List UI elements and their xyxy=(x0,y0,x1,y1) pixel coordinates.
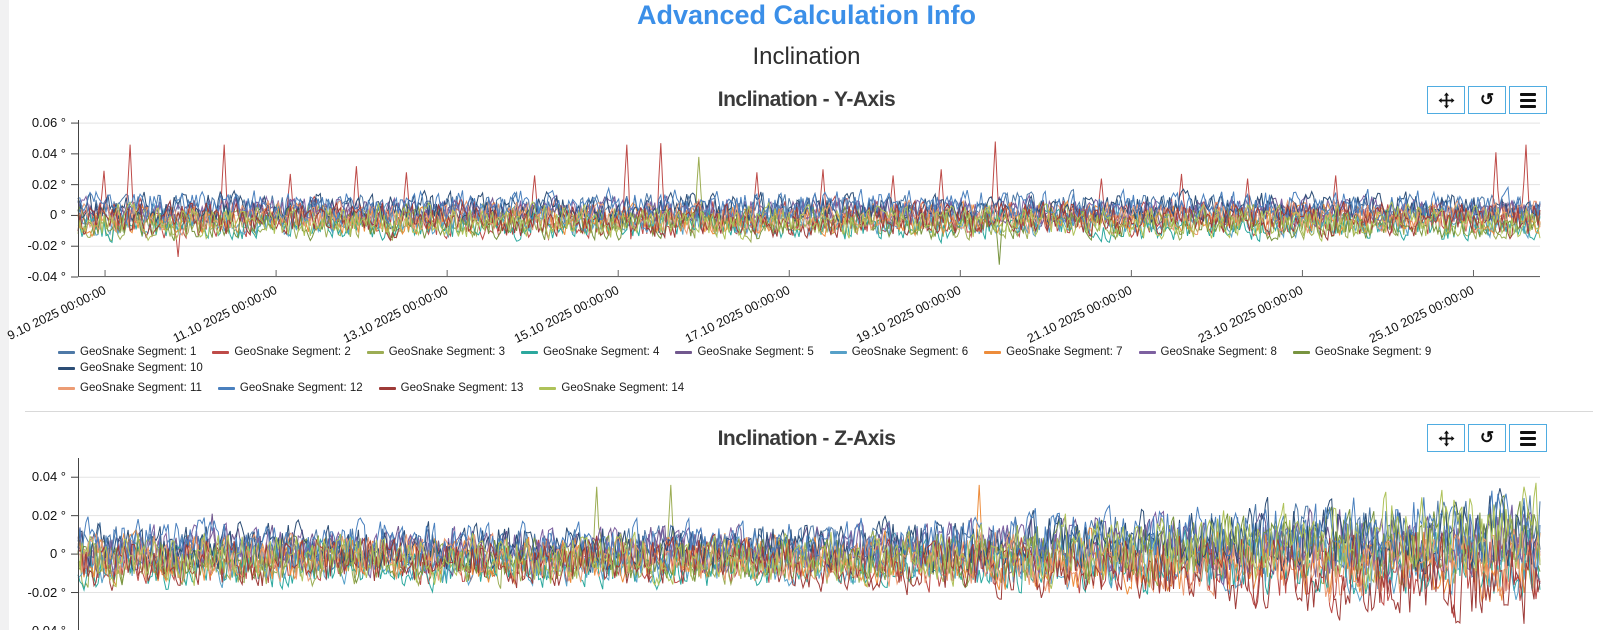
chart-title-y-axis: Inclination - Y-Axis xyxy=(717,88,896,111)
legend-item[interactable]: GeoSnake Segment: 5 xyxy=(675,346,814,358)
y-tick-label: 0 ° xyxy=(49,546,66,562)
legend-item-label: GeoSnake Segment: 7 xyxy=(1006,346,1123,358)
plot-svg xyxy=(71,458,1541,630)
legend-item-label: GeoSnake Segment: 14 xyxy=(561,382,685,394)
legend-color-dash xyxy=(539,386,557,390)
legend-item-label: GeoSnake Segment: 6 xyxy=(851,346,969,358)
legend-color-dash xyxy=(217,386,235,390)
pan-icon xyxy=(1438,92,1454,108)
legend-color-dash xyxy=(829,350,847,354)
legend-item[interactable]: GeoSnake Segment: 14 xyxy=(539,382,684,394)
y-tick-label: -0.02 ° xyxy=(27,584,66,600)
menu-icon xyxy=(1520,92,1536,108)
legend-item-label: GeoSnake Segment: 12 xyxy=(239,382,363,394)
legend-color-dash xyxy=(675,350,693,354)
menu-button[interactable] xyxy=(1509,424,1547,452)
menu-icon xyxy=(1520,430,1536,446)
legend-item-label: GeoSnake Segment: 3 xyxy=(388,346,506,358)
y-tick-label: -0.02 ° xyxy=(27,238,66,254)
legend-color-dash xyxy=(1138,350,1156,354)
page-title: Advanced Calculation Info xyxy=(636,0,977,30)
legend-color-dash xyxy=(366,350,384,354)
legend-item-label: GeoSnake Segment: 11 xyxy=(80,382,202,394)
legend-item-label: GeoSnake Segment: 2 xyxy=(234,346,351,358)
legend-item[interactable]: GeoSnake Segment: 3 xyxy=(366,346,506,358)
y-tick-label: -0.04 ° xyxy=(0,623,66,630)
legend-item[interactable]: GeoSnake Segment: 13 xyxy=(378,382,524,394)
legend-item[interactable]: GeoSnake Segment: 6 xyxy=(829,346,969,358)
legend-color-dash xyxy=(58,350,75,354)
legend-color-dash xyxy=(58,366,75,370)
legend-item[interactable]: GeoSnake Segment: 4 xyxy=(521,346,659,358)
section-title: Inclination xyxy=(752,43,861,70)
y-tick-label: 0.06 ° xyxy=(31,115,66,131)
reset-icon: ↺ xyxy=(1479,428,1495,447)
advanced-calculation-page: Advanced Calculation Info Inclination In… xyxy=(0,0,1613,630)
y-tick-label: 0.02 ° xyxy=(31,176,66,192)
legend-item-label: GeoSnake Segment: 9 xyxy=(1314,346,1432,358)
pan-button[interactable] xyxy=(1427,86,1465,114)
legend-color-dash xyxy=(58,386,75,390)
legend-item[interactable]: GeoSnake Segment: 7 xyxy=(984,346,1123,358)
legend-item-label: GeoSnake Segment: 10 xyxy=(80,362,203,374)
legend-color-dash xyxy=(984,350,1002,354)
legend-item[interactable]: GeoSnake Segment: 8 xyxy=(1138,346,1277,358)
legend-item[interactable]: GeoSnake Segment: 12 xyxy=(217,382,363,394)
plot-svg xyxy=(71,120,1541,278)
section-divider xyxy=(25,411,1593,412)
pan-icon xyxy=(1438,430,1454,446)
y-tick-label: 0.04 ° xyxy=(31,469,66,485)
pan-button[interactable] xyxy=(1427,424,1465,452)
legend-item[interactable]: GeoSnake Segment: 9 xyxy=(1292,346,1432,358)
menu-button[interactable] xyxy=(1509,86,1547,114)
chart-title-z-axis: Inclination - Z-Axis xyxy=(717,427,896,450)
legend-item[interactable]: GeoSnake Segment: 11 xyxy=(58,382,202,394)
legend-item-label: GeoSnake Segment: 4 xyxy=(543,346,660,358)
legend-item-label: GeoSnake Segment: 1 xyxy=(80,346,197,358)
legend-color-dash xyxy=(1292,350,1310,354)
reset-button[interactable]: ↺ xyxy=(1468,424,1506,452)
reset-icon: ↺ xyxy=(1479,90,1495,109)
y-tick-label: 0.04 ° xyxy=(31,145,66,161)
plot-area-y-axis[interactable]: 0.06 ° 0.04 ° 0.02 ° 0 ° -0.02 ° -0.04 ° 9.10 … xyxy=(5,115,1541,346)
chart-legend: GeoSnake Segment: 1 GeoSnake Segment: 2 Ge… xyxy=(58,346,1558,394)
legend-item-label: GeoSnake Segment: 5 xyxy=(697,346,814,358)
y-tick-label: -0.04 ° xyxy=(27,269,66,284)
plot-area-z-axis[interactable]: 0.04 °0.02 °0 °-0.02 °-0.04 ° xyxy=(28,458,1541,630)
legend-color-dash xyxy=(521,350,539,354)
legend-item[interactable]: GeoSnake Segment: 1 xyxy=(58,346,196,358)
legend-color-dash xyxy=(212,350,230,354)
legend-item[interactable]: GeoSnake Segment: 2 xyxy=(212,346,351,358)
y-tick-label: 0.02 ° xyxy=(31,507,66,523)
legend-item[interactable]: GeoSnake Segment: 10 xyxy=(58,362,203,374)
chart-toolbar-z-axis: ↺ xyxy=(1427,424,1547,452)
y-tick-label: 0 ° xyxy=(49,207,66,223)
legend-item-label: GeoSnake Segment: 8 xyxy=(1160,346,1277,358)
legend-color-dash xyxy=(378,386,396,390)
legend-item-label: GeoSnake Segment: 13 xyxy=(400,382,524,394)
reset-button[interactable]: ↺ xyxy=(1468,86,1506,114)
chart-toolbar-y-axis: ↺ xyxy=(1427,86,1547,114)
